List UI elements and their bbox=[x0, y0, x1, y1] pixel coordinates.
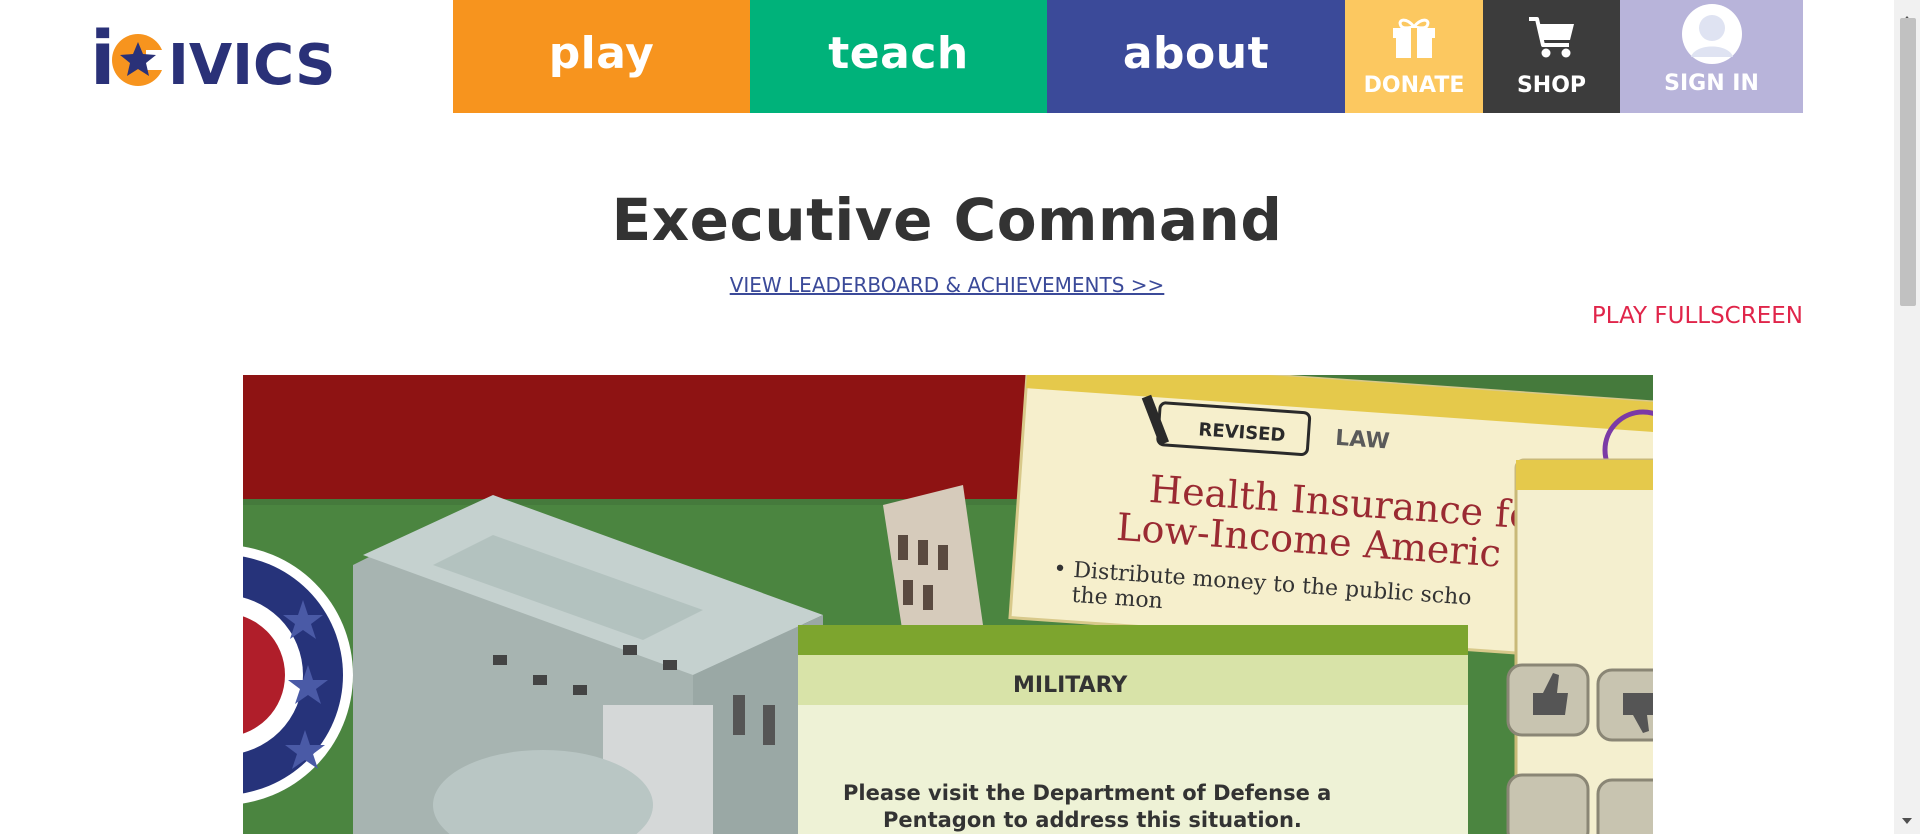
vote-up-button-2[interactable] bbox=[1506, 773, 1590, 834]
play-fullscreen-link[interactable]: PLAY FULLSCREEN bbox=[1592, 303, 1803, 329]
nav-donate[interactable]: DONATE bbox=[1345, 0, 1483, 113]
game-frame[interactable]: REVISED LAW Health Insurance fo Low-Inco… bbox=[243, 375, 1653, 834]
nav-shop[interactable]: SHOP bbox=[1483, 0, 1620, 113]
leaderboard-link-wrap: VIEW LEADERBOARD & ACHIEVEMENTS >> bbox=[0, 273, 1894, 297]
game-scene: REVISED LAW Health Insurance fo Low-Inco… bbox=[243, 375, 1653, 834]
leaderboard-link[interactable]: VIEW LEADERBOARD & ACHIEVEMENTS >> bbox=[730, 273, 1165, 297]
logo-graphic: i IVICS bbox=[90, 20, 335, 92]
nav-signin-label: SIGN IN bbox=[1664, 71, 1759, 96]
nav-about-label: about bbox=[1122, 28, 1270, 79]
cart-icon bbox=[1527, 12, 1577, 62]
icivics-logo[interactable]: i IVICS bbox=[90, 20, 380, 92]
logo-text: IVICS bbox=[168, 33, 335, 92]
nav-about[interactable]: about bbox=[1047, 0, 1345, 113]
vote-down-button-2[interactable] bbox=[1596, 778, 1653, 834]
nav-teach[interactable]: teach bbox=[750, 0, 1047, 113]
nav-teach-label: teach bbox=[828, 28, 969, 79]
military-card-line-1: Please visit the Department of Defense a bbox=[843, 781, 1331, 805]
logo-letter-i: i bbox=[90, 20, 115, 92]
gift-icon bbox=[1391, 12, 1437, 62]
nav-play[interactable]: play bbox=[453, 0, 750, 113]
scrollbar[interactable] bbox=[1894, 0, 1920, 834]
nav-shop-label: SHOP bbox=[1516, 73, 1587, 98]
military-card-line-2: Pentagon to address this situation. bbox=[883, 808, 1302, 832]
avatar-icon bbox=[1681, 3, 1743, 65]
nav-play-label: play bbox=[548, 28, 655, 79]
scroll-thumb[interactable] bbox=[1900, 18, 1916, 306]
scroll-down-arrow-icon[interactable] bbox=[1894, 808, 1920, 834]
law-card-type: LAW bbox=[1334, 426, 1390, 455]
nav-signin[interactable]: SIGN IN bbox=[1620, 0, 1803, 113]
nav-donate-label: DONATE bbox=[1363, 73, 1465, 98]
page-title: Executive Command bbox=[611, 186, 1283, 254]
military-card-type: MILITARY bbox=[1013, 673, 1128, 698]
